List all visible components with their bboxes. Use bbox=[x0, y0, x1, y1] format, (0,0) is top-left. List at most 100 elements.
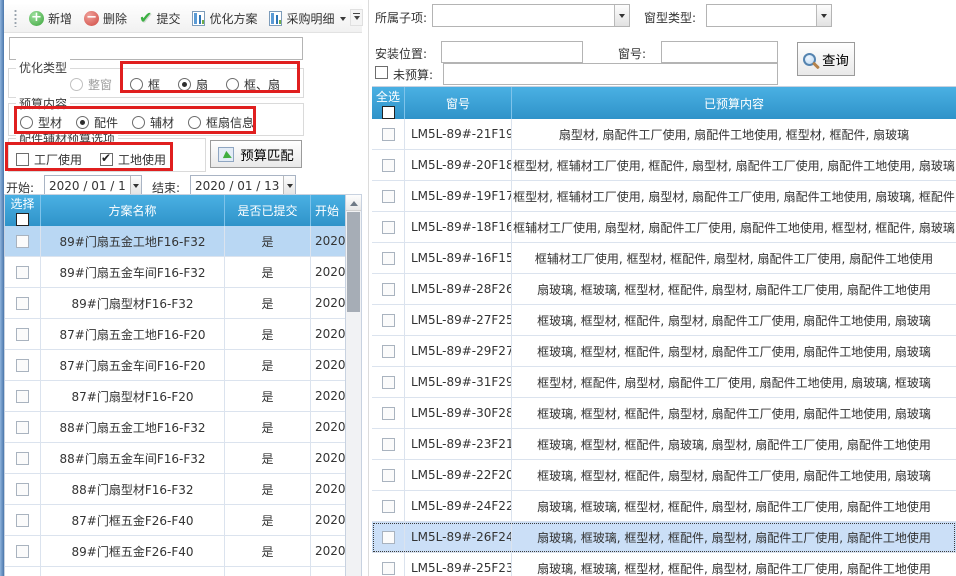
row-checkbox[interactable] bbox=[16, 297, 29, 310]
plan-row[interactable]: 87#门扇五金车间F16-F20是2020/0 bbox=[5, 350, 347, 381]
no-budget-input[interactable] bbox=[443, 63, 778, 85]
plan-row[interactable]: 88#门扇五金工地F16-F32是2020/0 bbox=[5, 412, 347, 443]
budget-content-label: 预算内容 bbox=[16, 95, 70, 112]
row-checkbox[interactable] bbox=[382, 562, 395, 575]
select-all-checkbox[interactable] bbox=[382, 106, 395, 119]
checkbox-usageRow-0[interactable]: 工厂使用 bbox=[16, 151, 82, 168]
toolbar-overflow-button[interactable] bbox=[350, 9, 363, 26]
plan-select-all-checkbox[interactable] bbox=[16, 213, 29, 226]
plan-row[interactable]: 89#门扇型材F16-F32是2020/0 bbox=[5, 288, 347, 319]
plan-select-all-header: 选择 bbox=[5, 195, 41, 226]
row-checkbox[interactable] bbox=[382, 221, 395, 234]
window-row[interactable]: LM5L-89#-25F23扇玻璃, 框玻璃, 框型材, 框配件, 扇型材, 扇… bbox=[372, 553, 956, 576]
window-row[interactable]: LM5L-89#-26F24扇玻璃, 框玻璃, 框型材, 框配件, 扇型材, 扇… bbox=[372, 522, 956, 553]
install-pos-input[interactable] bbox=[441, 41, 583, 63]
install-pos-label: 安装位置: bbox=[375, 45, 427, 62]
radio-budgetRow-1[interactable]: 配件 bbox=[76, 114, 118, 131]
radio-budgetRow-2[interactable]: 辅材 bbox=[132, 114, 174, 131]
row-checkbox[interactable] bbox=[16, 390, 29, 403]
budget-match-button[interactable]: 预算匹配 bbox=[210, 140, 302, 168]
plan-submitted-cell: 是 bbox=[225, 319, 311, 349]
window-row[interactable]: LM5L-89#-28F26扇玻璃, 框玻璃, 框型材, 框配件, 扇型材, 扇… bbox=[372, 274, 956, 305]
no-budget-checkbox[interactable] bbox=[375, 66, 388, 79]
window-row-select-cell bbox=[372, 398, 405, 428]
budgeted-content-header: 已预算内容 bbox=[512, 87, 956, 119]
row-checkbox[interactable] bbox=[16, 452, 29, 465]
plan-row[interactable]: 87#门扇型材F16-F20是2020/0 bbox=[5, 381, 347, 412]
plan-row[interactable]: 87#门扇五金工地F16-F20是2020/0 bbox=[5, 319, 347, 350]
query-button[interactable]: 查询 bbox=[797, 42, 855, 76]
toolbar-button-4[interactable]: 采购明细 bbox=[263, 7, 352, 30]
plan-row[interactable]: 89#门扇五金工地F16-F32是2020/0 bbox=[5, 226, 347, 257]
plan-row[interactable]: 88#门扇五金车间F16-F32是2020/0 bbox=[5, 443, 347, 474]
row-checkbox[interactable] bbox=[16, 421, 29, 434]
row-checkbox[interactable] bbox=[16, 235, 29, 248]
left-toolbar: 新增删除提交优化方案采购明细 bbox=[4, 4, 362, 33]
sub-item-select[interactable] bbox=[432, 4, 630, 27]
toolbar-button-2[interactable]: 提交 bbox=[133, 7, 186, 30]
checkbox-usageRow-1[interactable]: 工地使用 bbox=[100, 151, 166, 168]
radio-budgetRow-0[interactable]: 型材 bbox=[20, 114, 62, 131]
row-checkbox[interactable] bbox=[382, 128, 395, 141]
row-checkbox[interactable] bbox=[382, 345, 395, 358]
radio-budgetRow-3[interactable]: 框扇信息 bbox=[188, 114, 254, 131]
row-checkbox[interactable] bbox=[16, 514, 29, 527]
row-checkbox[interactable] bbox=[382, 159, 395, 172]
budgeted-content-cell: 扇玻璃, 框玻璃, 框型材, 框配件, 扇型材, 扇配件工厂使用, 扇配件工地使… bbox=[512, 491, 956, 521]
row-checkbox[interactable] bbox=[382, 438, 395, 451]
window-no-input[interactable] bbox=[661, 41, 778, 63]
row-checkbox[interactable] bbox=[382, 252, 395, 265]
window-row[interactable]: LM5L-89#-21F19扇型材, 扇配件工厂使用, 扇配件工地使用, 框型材… bbox=[372, 119, 956, 150]
toolbar-button-0[interactable]: 新增 bbox=[23, 7, 78, 30]
window-row[interactable]: LM5L-89#-22F20框玻璃, 框型材, 框配件, 扇型材, 扇配件工厂使… bbox=[372, 460, 956, 491]
window-row[interactable]: LM5L-89#-23F21框玻璃, 框型材, 框配件, 扇玻璃, 扇型材, 扇… bbox=[372, 429, 956, 460]
window-row[interactable]: LM5L-89#-19F17框型材, 框辅材工厂使用, 扇型材, 扇配件工厂使用… bbox=[372, 181, 956, 212]
toolbar-button-1[interactable]: 删除 bbox=[78, 7, 133, 30]
sub-item-label: 所属子项: bbox=[375, 9, 427, 26]
window-row[interactable]: LM5L-89#-18F16框辅材工厂使用, 扇型材, 扇配件工厂使用, 扇配件… bbox=[372, 212, 956, 243]
row-checkbox[interactable] bbox=[382, 531, 395, 544]
toolbar-button-3[interactable]: 优化方案 bbox=[186, 7, 263, 30]
plan-start-cell: 2020/0 bbox=[311, 350, 347, 380]
radio-optTypeRow-2[interactable]: 扇 bbox=[178, 76, 208, 93]
row-checkbox[interactable] bbox=[382, 190, 395, 203]
chevron-down-icon[interactable] bbox=[340, 17, 346, 24]
radio-optTypeRow-3[interactable]: 框、扇 bbox=[226, 76, 280, 93]
row-checkbox[interactable] bbox=[16, 359, 29, 372]
row-checkbox[interactable] bbox=[16, 328, 29, 341]
row-checkbox[interactable] bbox=[382, 314, 395, 327]
window-type-dropdown-icon[interactable] bbox=[816, 5, 831, 26]
window-row[interactable]: LM5L-89#-30F28框玻璃, 框型材, 框配件, 扇型材, 扇配件工厂使… bbox=[372, 398, 956, 429]
plan-name-cell: 88#门扇五金车间F16-F32 bbox=[41, 443, 225, 473]
window-row[interactable]: LM5L-89#-31F29框型材, 框配件, 扇型材, 扇配件工厂使用, 扇配… bbox=[372, 367, 956, 398]
radio-optTypeRow-1[interactable]: 框 bbox=[130, 76, 160, 93]
plan-row[interactable]: 88#门框五金F21-F40是2020/0 bbox=[5, 567, 347, 576]
scroll-up-icon[interactable] bbox=[346, 195, 361, 211]
sub-item-dropdown-icon[interactable] bbox=[614, 5, 629, 26]
plan-table-scrollbar[interactable] bbox=[345, 195, 361, 576]
plan-filter-input[interactable] bbox=[9, 37, 303, 60]
date-start-dropdown-icon[interactable] bbox=[130, 176, 141, 196]
plan-row[interactable]: 88#门扇型材F16-F32是2020/0 bbox=[5, 474, 347, 505]
row-checkbox[interactable] bbox=[382, 469, 395, 482]
plan-row[interactable]: 89#门框五金F26-F40是2020/0 bbox=[5, 536, 347, 567]
scrollbar-thumb[interactable] bbox=[347, 212, 360, 312]
window-row[interactable]: LM5L-89#-16F15框辅材工厂使用, 框型材, 框配件, 扇型材, 扇配… bbox=[372, 243, 956, 274]
plan-row[interactable]: 89#门扇五金车间F16-F32是2020/0 bbox=[5, 257, 347, 288]
row-checkbox[interactable] bbox=[382, 376, 395, 389]
row-checkbox[interactable] bbox=[16, 266, 29, 279]
window-row[interactable]: LM5L-89#-27F25框玻璃, 框型材, 框配件, 扇型材, 扇配件工厂使… bbox=[372, 305, 956, 336]
window-no-header: 窗号 bbox=[405, 87, 512, 119]
window-row[interactable]: LM5L-89#-20F18框型材, 框辅材工厂使用, 框配件, 扇型材, 扇配… bbox=[372, 150, 956, 181]
window-row[interactable]: LM5L-89#-24F22扇玻璃, 框玻璃, 框型材, 框配件, 扇型材, 扇… bbox=[372, 491, 956, 522]
plan-row[interactable]: 87#门框五金F26-F40是2020/0 bbox=[5, 505, 347, 536]
window-type-select[interactable] bbox=[706, 4, 832, 27]
window-row[interactable]: LM5L-89#-29F27框玻璃, 框型材, 框配件, 扇型材, 扇配件工厂使… bbox=[372, 336, 956, 367]
row-checkbox[interactable] bbox=[16, 545, 29, 558]
row-checkbox[interactable] bbox=[382, 500, 395, 513]
radio-optTypeRow-0[interactable]: 整窗 bbox=[70, 76, 112, 93]
row-checkbox[interactable] bbox=[382, 407, 395, 420]
row-checkbox[interactable] bbox=[382, 283, 395, 296]
row-checkbox[interactable] bbox=[16, 483, 29, 496]
date-end-dropdown-icon[interactable] bbox=[283, 176, 295, 196]
